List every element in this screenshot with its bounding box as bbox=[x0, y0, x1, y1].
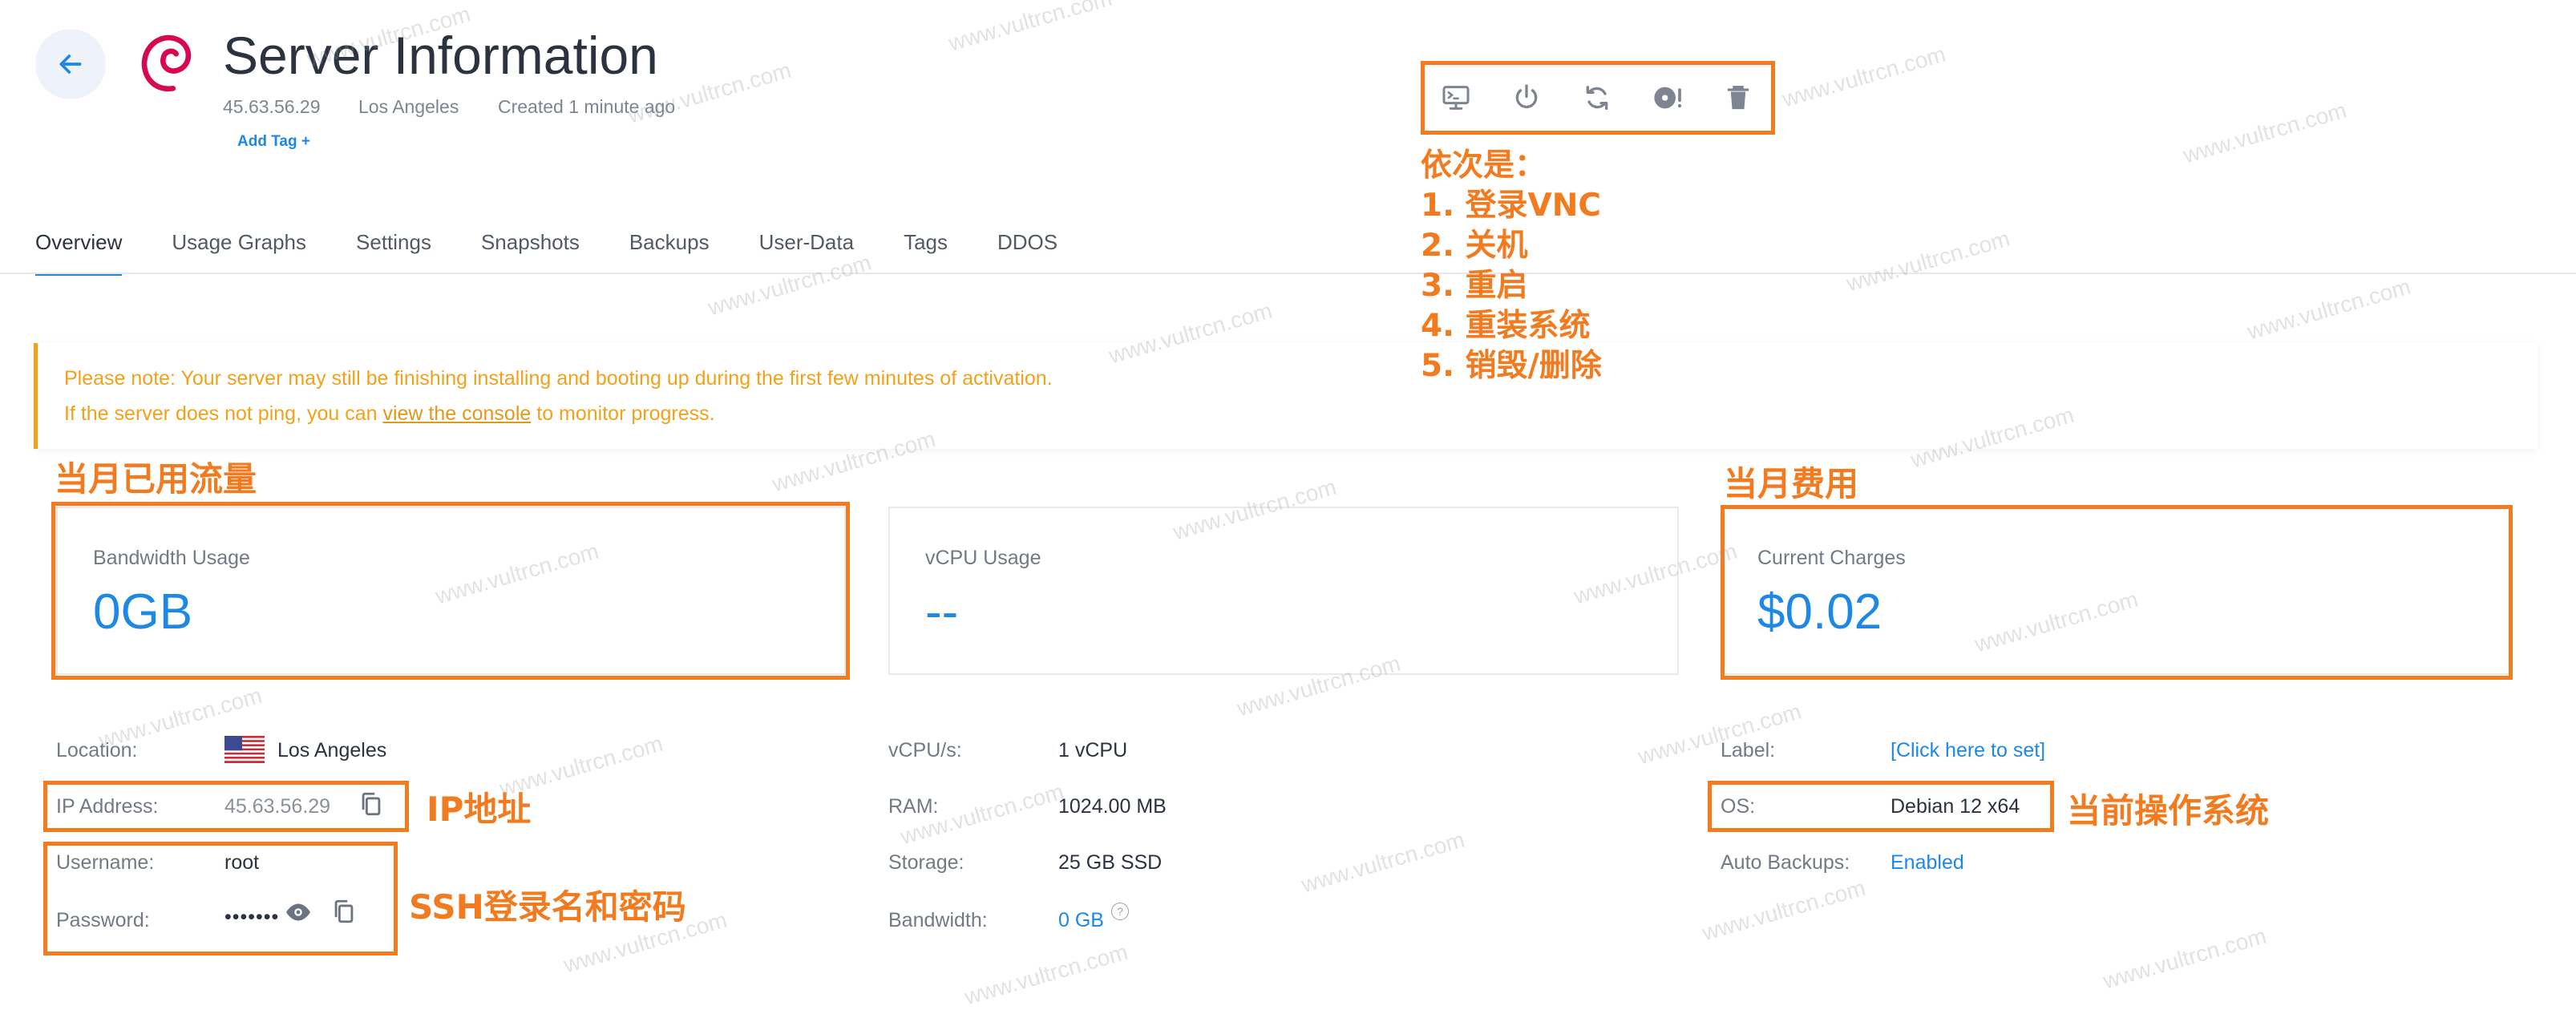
bandwidth-label: Bandwidth: bbox=[888, 909, 988, 931]
watermark: www.vultrcn.com bbox=[1843, 225, 2013, 297]
watermark: www.vultrcn.com bbox=[961, 939, 1131, 1010]
os-annotation: 当前操作系统 bbox=[2067, 791, 2270, 830]
bandwidth-annotation: 当月已用流量 bbox=[55, 459, 257, 499]
notice-line-2: If the server does not ping, you can vie… bbox=[64, 402, 715, 425]
tab-tags[interactable]: Tags bbox=[904, 226, 948, 273]
tab-user-data[interactable]: User-Data bbox=[759, 226, 854, 273]
tab-overview[interactable]: Overview bbox=[35, 226, 123, 276]
vcpu-usage-card: vCPU Usage -- bbox=[888, 507, 1679, 675]
activation-notice: Please note: Your server may still be fi… bbox=[34, 343, 2538, 449]
vcpu-usage-value: -- bbox=[925, 584, 959, 640]
actions-highlight-box bbox=[1421, 61, 1775, 135]
bandwidth-highlight-box bbox=[51, 502, 850, 680]
actions-annotation: 依次是： 1. 登录VNC 2. 关机 3. 重启 4. 重装系统 5. 销毁/… bbox=[1421, 147, 1602, 384]
watermark: www.vultrcn.com bbox=[945, 0, 1115, 56]
tab-ddos[interactable]: DDOS bbox=[997, 226, 1057, 273]
tab-bar: Overview Usage Graphs Settings Snapshots… bbox=[35, 226, 1107, 276]
watermark: www.vultrcn.com bbox=[1298, 826, 1468, 898]
ssh-annotation: SSH登录名和密码 bbox=[409, 887, 686, 927]
server-ip-meta: 45.63.56.29 bbox=[223, 96, 321, 117]
watermark: www.vultrcn.com bbox=[2100, 923, 2270, 994]
tab-snapshots[interactable]: Snapshots bbox=[481, 226, 580, 273]
back-button[interactable] bbox=[35, 29, 106, 99]
ram-value: 1024.00 MB bbox=[1058, 795, 1167, 818]
os-highlight-box bbox=[1708, 781, 2054, 832]
server-created-meta: Created 1 minute ago bbox=[498, 96, 676, 117]
ip-highlight-box bbox=[43, 781, 409, 832]
storage-value: 25 GB SSD bbox=[1058, 851, 1163, 874]
watermark: www.vultrcn.com bbox=[2244, 273, 2414, 345]
ssh-highlight-box bbox=[43, 842, 398, 955]
auto-backups-label: Auto Backups: bbox=[1721, 851, 1850, 874]
tab-backups[interactable]: Backups bbox=[629, 226, 710, 273]
server-location-meta: Los Angeles bbox=[358, 96, 459, 117]
tab-divider bbox=[0, 273, 2576, 274]
location-value: Los Angeles bbox=[277, 739, 387, 762]
bandwidth-help-icon[interactable]: ? bbox=[1111, 903, 1129, 920]
view-console-link[interactable]: view the console bbox=[382, 402, 531, 425]
auto-backups-value[interactable]: Enabled bbox=[1891, 851, 1964, 875]
add-tag-link[interactable]: Add Tag + bbox=[237, 133, 310, 151]
ip-annotation: IP地址 bbox=[427, 790, 532, 829]
label-label: Label: bbox=[1721, 739, 1776, 762]
charges-annotation: 当月费用 bbox=[1724, 464, 1859, 503]
bandwidth-value[interactable]: 0 GB bbox=[1058, 909, 1104, 932]
arrow-left-icon bbox=[59, 55, 82, 74]
us-flag-icon bbox=[224, 736, 265, 763]
page-title: Server Information bbox=[223, 26, 658, 85]
charges-highlight-box bbox=[1721, 505, 2513, 680]
notice-line-1: Please note: Your server may still be fi… bbox=[64, 367, 1053, 390]
watermark: www.vultrcn.com bbox=[1699, 875, 1869, 946]
set-label-link[interactable]: [Click here to set] bbox=[1891, 739, 2045, 762]
vcpu-usage-label: vCPU Usage bbox=[925, 547, 1041, 569]
tab-usage-graphs[interactable]: Usage Graphs bbox=[172, 226, 306, 273]
watermark: www.vultrcn.com bbox=[2180, 97, 2350, 168]
watermark: www.vultrcn.com bbox=[1779, 41, 1949, 112]
location-label: Location: bbox=[56, 739, 138, 762]
vcpus-label: vCPU/s: bbox=[888, 739, 962, 762]
ram-label: RAM: bbox=[888, 795, 939, 818]
debian-logo-icon bbox=[141, 34, 192, 92]
storage-label: Storage: bbox=[888, 851, 964, 874]
vcpus-value: 1 vCPU bbox=[1058, 739, 1128, 762]
tab-settings[interactable]: Settings bbox=[356, 226, 431, 273]
